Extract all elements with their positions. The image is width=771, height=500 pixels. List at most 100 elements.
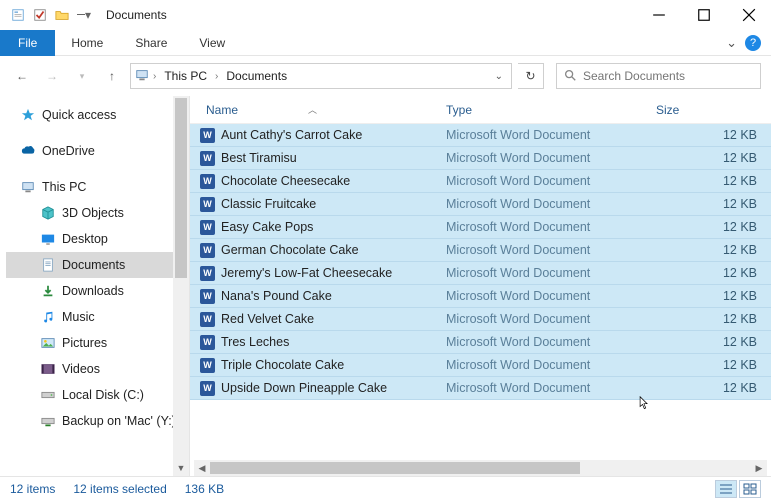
address-dropdown-icon[interactable]: ⌄ (491, 71, 507, 82)
close-button[interactable] (726, 0, 771, 30)
sidebar-item-label: Quick access (42, 108, 116, 122)
table-row[interactable]: WTriple Chocolate CakeMicrosoft Word Doc… (190, 354, 771, 377)
title-bar: ▾ Documents (0, 0, 771, 30)
file-type: Microsoft Word Document (440, 335, 650, 349)
sidebar-item-desktop[interactable]: Desktop (6, 226, 187, 252)
column-header-type[interactable]: Type (440, 103, 650, 117)
table-row[interactable]: WChocolate CheesecakeMicrosoft Word Docu… (190, 170, 771, 193)
word-document-icon: W (200, 289, 215, 304)
up-button[interactable]: ↑ (100, 64, 124, 88)
view-thumbnails-button[interactable] (739, 480, 761, 498)
tab-home[interactable]: Home (55, 30, 119, 56)
scrollbar-thumb[interactable] (175, 98, 187, 278)
scroll-left-icon[interactable]: ◀ (194, 460, 210, 476)
table-row[interactable]: WAunt Cathy's Carrot CakeMicrosoft Word … (190, 124, 771, 147)
checkbox-icon[interactable] (30, 5, 50, 25)
horizontal-scrollbar[interactable]: ◀ ▶ (194, 460, 767, 476)
table-row[interactable]: WRed Velvet CakeMicrosoft Word Document1… (190, 308, 771, 331)
forward-button[interactable]: → (40, 64, 64, 88)
window-title: Documents (106, 8, 167, 22)
table-row[interactable]: W Best Tiramisu Microsoft Word Document12 … (190, 147, 771, 170)
chevron-right-icon[interactable]: › (153, 71, 156, 82)
file-size: 12 KB (650, 289, 771, 303)
sidebar-item-local-disk[interactable]: Local Disk (C:) (6, 382, 187, 408)
word-document-icon: W (200, 197, 215, 212)
search-box[interactable] (556, 63, 761, 89)
sidebar-item-downloads[interactable]: Downloads (6, 278, 187, 304)
minimize-button[interactable] (636, 0, 681, 30)
file-name: Classic Fruitcake (221, 197, 316, 211)
file-type: Microsoft Word Document (440, 381, 650, 395)
file-list[interactable]: W Aunt Cathy's Carrot Cake Microsoft Word … (190, 124, 771, 458)
column-headers: Name ︿ Type Size (190, 96, 771, 124)
scroll-down-icon[interactable]: ▼ (173, 460, 189, 476)
sidebar-item-label: OneDrive (42, 144, 95, 158)
ribbon-collapse-icon[interactable]: ⌄ (726, 35, 737, 51)
maximize-button[interactable] (681, 0, 726, 30)
table-row[interactable]: WEasy Cake PopsMicrosoft Word Document12… (190, 216, 771, 239)
file-type: Microsoft Word Document (440, 312, 650, 326)
table-row[interactable]: WUpside Down Pineapple CakeMicrosoft Wor… (190, 377, 771, 400)
file-size: 12 KB (650, 151, 771, 165)
table-row[interactable]: WNana's Pound CakeMicrosoft Word Documen… (190, 285, 771, 308)
properties-icon[interactable] (8, 5, 28, 25)
breadcrumb-documents[interactable]: Documents (222, 69, 291, 83)
recent-dropdown-icon[interactable]: ▾ (70, 64, 94, 88)
sidebar-item-videos[interactable]: Videos (6, 356, 187, 382)
column-header-size[interactable]: Size (650, 103, 771, 117)
folder-icon[interactable] (52, 5, 72, 25)
file-name: Tres Leches (221, 335, 289, 349)
star-icon (20, 107, 36, 123)
address-bar[interactable]: › This PC › Documents ⌄ (130, 63, 512, 89)
sidebar-item-backup-drive[interactable]: Backup on 'Mac' (Y:) (6, 408, 187, 434)
table-row[interactable]: WJeremy's Low-Fat CheesecakeMicrosoft Wo… (190, 262, 771, 285)
tab-share[interactable]: Share (119, 30, 183, 56)
sidebar-item-documents[interactable]: Documents (6, 252, 187, 278)
word-document-icon: W (200, 151, 215, 166)
file-name: Aunt Cathy's Carrot Cake (221, 128, 362, 142)
download-icon (40, 283, 56, 299)
status-selected-count: 12 items selected (73, 482, 166, 496)
word-document-icon: W (200, 312, 215, 327)
file-name: Best Tiramisu (221, 151, 297, 165)
body: Quick access OneDrive This PC 3D Objects… (0, 96, 771, 476)
status-bar: 12 items 12 items selected 136 KB (0, 476, 771, 500)
chevron-right-icon[interactable]: › (215, 71, 218, 82)
file-size: 12 KB (650, 197, 771, 211)
table-row[interactable]: WTres LechesMicrosoft Word Document12 KB (190, 331, 771, 354)
back-button[interactable]: ← (10, 64, 34, 88)
search-input[interactable] (583, 69, 754, 83)
sidebar-item-quick-access[interactable]: Quick access (6, 102, 187, 128)
qat-dropdown-icon[interactable]: ▾ (74, 5, 94, 25)
file-type: Microsoft Word Document (440, 197, 650, 211)
desktop-icon (40, 231, 56, 247)
file-tab[interactable]: File (0, 30, 55, 56)
file-name: Jeremy's Low-Fat Cheesecake (221, 266, 392, 280)
sidebar-item-label: Backup on 'Mac' (Y:) (62, 414, 176, 428)
file-type: Microsoft Word Document (440, 151, 650, 165)
table-row[interactable]: WGerman Chocolate CakeMicrosoft Word Doc… (190, 239, 771, 262)
view-details-button[interactable] (715, 480, 737, 498)
quick-access-toolbar: ▾ (8, 5, 94, 25)
music-icon (40, 309, 56, 325)
refresh-button[interactable]: ↻ (518, 63, 544, 89)
table-row[interactable]: W Classic Fruitcake Microsoft Word Documen… (190, 193, 771, 216)
column-header-name[interactable]: Name ︿ (190, 103, 440, 117)
sidebar-item-3d-objects[interactable]: 3D Objects (6, 200, 187, 226)
file-type: Microsoft Word Document (440, 174, 650, 188)
sidebar-item-label: Local Disk (C:) (62, 388, 144, 402)
sort-ascending-icon: ︿ (308, 103, 317, 116)
file-name: Red Velvet Cake (221, 312, 314, 326)
sidebar-item-label: Videos (62, 362, 100, 376)
sidebar-item-pictures[interactable]: Pictures (6, 330, 187, 356)
sidebar-item-music[interactable]: Music (6, 304, 187, 330)
tab-view[interactable]: View (183, 30, 241, 56)
sidebar-item-onedrive[interactable]: OneDrive (6, 138, 187, 164)
sidebar-item-this-pc[interactable]: This PC (6, 174, 187, 200)
scroll-right-icon[interactable]: ▶ (751, 460, 767, 476)
file-type: Microsoft Word Document (440, 128, 650, 142)
sidebar-scrollbar[interactable]: ▲ ▼ (173, 96, 189, 476)
help-icon[interactable]: ? (745, 35, 761, 51)
breadcrumb-this-pc[interactable]: This PC (160, 69, 211, 83)
scrollbar-thumb[interactable] (210, 462, 580, 474)
